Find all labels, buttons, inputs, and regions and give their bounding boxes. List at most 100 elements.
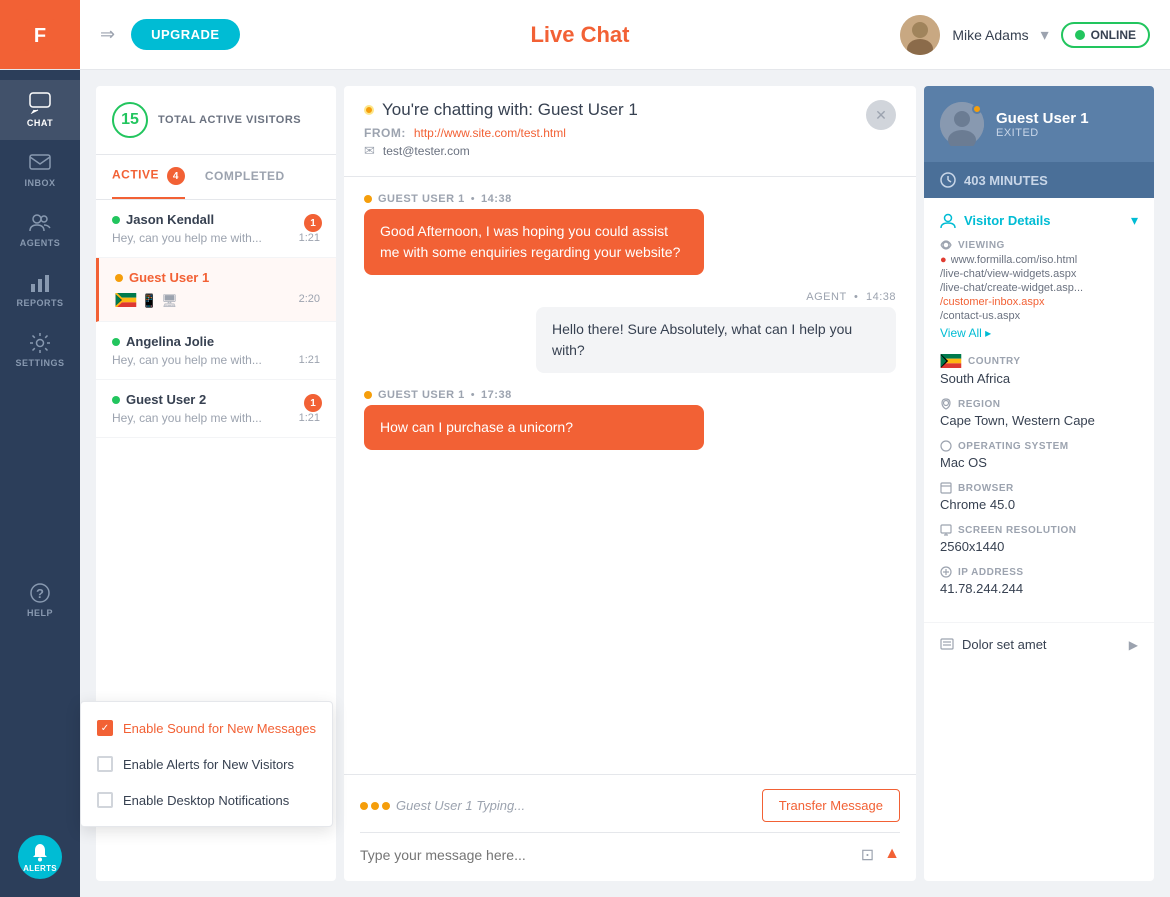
visitor-time: 1:21 [299,412,320,424]
os-value: Mac OS [940,455,1138,470]
user-chevron-icon[interactable]: ▾ [1041,25,1049,45]
eye-icon [940,239,952,251]
chat-messages: GUEST USER 1 • 14:38 Good Afternoon, I w… [344,177,916,774]
message-group-agent: AGENT • 14:38 Hello there! Sure Absolute… [364,291,896,373]
ip-label: IP ADDRESS [940,566,1138,578]
message-group: GUEST USER 1 • 17:38 How can I purchase … [364,389,896,450]
hamburger-icon[interactable]: ⇒ [100,24,115,45]
desktop-checkbox[interactable] [97,792,113,808]
detail-viewing: VIEWING ● www.formilla.com/iso.html /liv… [940,239,1138,342]
sidebar-item-chat[interactable]: CHAT [0,80,80,140]
close-chat-button[interactable]: ✕ [866,100,896,130]
expand-icon[interactable]: ⊡ [861,845,874,865]
chat-footer-top: Guest User 1 Typing... Transfer Message [360,783,900,828]
browser-value: Chrome 45.0 [940,497,1138,512]
visitor-icons: 📱 🖥 [115,293,178,309]
status-label: ONLINE [1091,28,1136,42]
sidebar-item-settings[interactable]: SETTINGS [0,320,80,380]
details-section-header: Visitor Details ▾ [940,212,1138,229]
visitor-item[interactable]: Angelina Jolie Hey, can you help me with… [96,322,336,380]
popup-item-alerts[interactable]: Enable Alerts for New Visitors [81,746,332,782]
details-user-info: Guest User 1 EXITED [996,110,1089,139]
screen-value: 2560x1440 [940,539,1138,554]
agents-icon [29,212,51,234]
visitor-time: 1:21 [299,354,320,366]
formilla-dot: ● [940,254,947,266]
online-indicator [112,216,120,224]
dolor-icon [940,638,954,652]
transfer-message-button[interactable]: Transfer Message [762,789,900,822]
send-icon[interactable]: ▲ [884,845,900,865]
browser-icon: 🖥 [161,293,178,309]
device-icon: 📱 [141,293,157,309]
chat-message-input[interactable] [360,847,861,863]
sidebar-item-inbox[interactable]: INBOX [0,140,80,200]
chat-input-row: ⊡ ▲ [360,837,900,873]
viewing-link-active[interactable]: /customer-inbox.aspx [940,296,1138,308]
country-label: COUNTRY [940,354,1138,368]
clock-icon [940,172,956,188]
chatting-with-label: You're chatting with: Guest User 1 [364,100,638,120]
user-name-label: Mike Adams [952,27,1028,43]
total-visitors-label: TOTAL ACTIVE VISITORS [158,114,301,126]
sidebar-item-agents[interactable]: AGENTS [0,200,80,260]
user-avatar [900,15,940,55]
visitor-item-header: Angelina Jolie [112,334,320,349]
viewing-link[interactable]: /live-chat/view-widgets.aspx [940,268,1138,280]
visitor-details-panel: Guest User 1 EXITED 403 MINUTES Visitor … [924,86,1154,881]
sound-checkbox[interactable]: ✓ [97,720,113,736]
online-indicator [112,396,120,404]
location-icon [940,398,952,410]
sender-dot [364,195,372,203]
tab-completed[interactable]: COMPLETED [205,157,285,197]
viewing-link[interactable]: /live-chat/create-widget.asp... [940,282,1138,294]
popup-item-desktop[interactable]: Enable Desktop Notifications [81,782,332,818]
alerts-checkbox[interactable] [97,756,113,772]
tab-active[interactable]: ACTIVE 4 [112,155,185,199]
detail-region: REGION Cape Town, Western Cape [940,398,1138,428]
visitor-item[interactable]: Guest User 2 Hey, can you help me with..… [96,380,336,438]
inbox-icon [29,152,51,174]
sidebar-agents-label: AGENTS [20,238,61,248]
unread-badge: 1 [304,214,322,232]
dolor-row[interactable]: Dolor set amet ▶ [924,623,1154,666]
unread-badge: 1 [304,394,322,412]
chat-icon [29,92,51,114]
upgrade-button[interactable]: UPGRADE [131,19,240,50]
details-chevron-icon[interactable]: ▾ [1131,212,1138,229]
settings-icon [29,332,51,354]
logo-icon[interactable]: F [20,15,60,55]
email-icon: ✉ [364,143,375,159]
sidebar-item-help[interactable]: ? HELP [0,570,80,630]
chat-header: You're chatting with: Guest User 1 FROM:… [344,86,916,177]
visitor-item[interactable]: Jason Kendall Hey, can you help me with.… [96,200,336,258]
os-label: OPERATING SYSTEM [940,440,1138,452]
from-url[interactable]: http://www.site.com/test.html [414,126,566,140]
browser-label: BROWSER [940,482,1138,494]
notifications-popup: ✓ Enable Sound for New Messages Enable A… [80,701,333,827]
popup-item-sound[interactable]: ✓ Enable Sound for New Messages [81,710,332,746]
message-bubble-guest: How can I purchase a unicorn? [364,405,704,450]
agent-sender-label: AGENT • 14:38 [806,291,896,303]
sidebar-item-reports[interactable]: REPORTS [0,260,80,320]
sender-dot [364,391,372,399]
visitor-item-active[interactable]: Guest User 1 [96,258,336,322]
chat-email: test@tester.com [383,144,470,158]
message-bubble-guest: Good Afternoon, I was hoping you could a… [364,209,704,275]
visitor-preview: Hey, can you help me with... [112,231,262,245]
alerts-button[interactable]: ALERTS [18,835,62,879]
viewing-link[interactable]: /contact-us.aspx [940,310,1138,322]
message-sender: GUEST USER 1 • 17:38 [364,389,896,401]
online-status-badge[interactable]: ONLINE [1061,22,1150,48]
view-all-link[interactable]: View All ▸ [940,326,991,340]
desktop-notifications-label: Enable Desktop Notifications [123,793,289,808]
detail-country: COUNTRY South Africa [940,354,1138,386]
online-indicator [112,338,120,346]
details-minutes: 403 MINUTES [924,162,1154,198]
viewing-link[interactable]: www.formilla.com/iso.html [951,254,1078,266]
typing-dot-2 [371,802,379,810]
visitor-time: 2:20 [299,293,320,305]
typing-dot-1 [360,802,368,810]
visitor-name: Guest User 1 [115,270,209,285]
avatar-status-dot [972,104,982,114]
